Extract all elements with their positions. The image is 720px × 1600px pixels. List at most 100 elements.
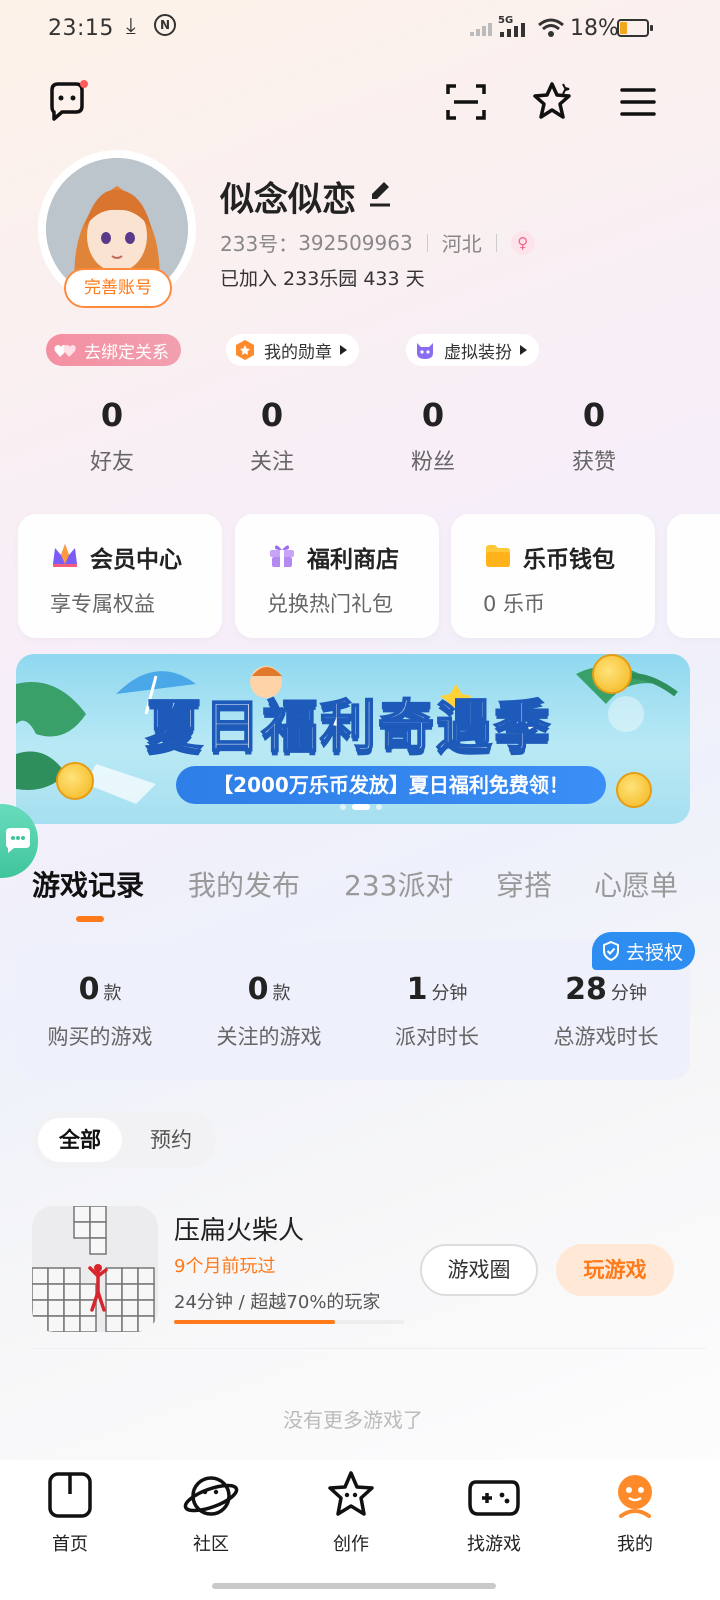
- chat-bubble-icon: [6, 828, 30, 853]
- bind-relationship-chip[interactable]: 去绑定关系: [46, 334, 181, 366]
- stat-value: 0: [421, 396, 445, 434]
- stat-total-play-time[interactable]: 28 分钟 总游戏时长: [522, 972, 690, 1051]
- caret-right-icon: [340, 345, 347, 355]
- menu-icon[interactable]: [616, 80, 660, 124]
- tab-wishlist[interactable]: 心愿单: [594, 864, 678, 904]
- nav-community[interactable]: 社区: [161, 1470, 261, 1556]
- battery-percent: 18%: [570, 16, 619, 41]
- stat-value: 0: [100, 396, 124, 434]
- card-title: 会员中心: [90, 547, 182, 573]
- banner-subline: 【2000万乐币发放】夏日福利免费领！: [176, 766, 606, 804]
- crown-icon: [53, 544, 77, 567]
- status-time: 23:15: [48, 16, 114, 41]
- stat-value: 0: [78, 972, 100, 1007]
- stat-label: 派对时长: [395, 1025, 479, 1049]
- divider: [426, 233, 428, 252]
- stat-purchased-games[interactable]: 0款 购买的游戏: [16, 972, 184, 1051]
- divider: [32, 1348, 706, 1349]
- joined-days: 已加入 233乐园 433 天: [220, 268, 425, 290]
- stat-value: 0: [247, 972, 269, 1007]
- coin-icon: [616, 772, 652, 808]
- caret-right-icon: [520, 345, 527, 355]
- game-filter-segment: 全部 预约: [32, 1112, 216, 1168]
- tab-233-party[interactable]: 233派对: [344, 864, 453, 904]
- banner-pager: [340, 804, 382, 810]
- stat-label: 获赞: [571, 450, 616, 475]
- next-card-partial[interactable]: [667, 514, 720, 638]
- game-icon[interactable]: [32, 1206, 158, 1332]
- stat-value: 0: [260, 396, 284, 434]
- card-title: 乐币钱包: [523, 547, 615, 573]
- planet-icon: [183, 1476, 239, 1516]
- active-tab-indicator: [76, 916, 104, 922]
- promo-banner[interactable]: 夏日福利奇遇季 【2000万乐币发放】夏日福利免费领！: [16, 654, 690, 824]
- svg-text:5G: 5G: [498, 15, 513, 26]
- game-play-info: 24分钟 / 超越70%的玩家: [174, 1292, 381, 1313]
- nav-create[interactable]: 创作: [301, 1470, 401, 1556]
- nickname: 似念似恋: [220, 180, 356, 220]
- nav-home[interactable]: 首页: [20, 1470, 120, 1556]
- stat-fans[interactable]: 0 粉丝: [353, 396, 513, 476]
- welfare-shop-card[interactable]: 福利商店 兑换热门礼包: [235, 514, 439, 638]
- card-subtitle: 0 乐币: [483, 592, 546, 616]
- stat-value: 1: [406, 972, 428, 1007]
- filter-all[interactable]: 全部: [38, 1118, 122, 1162]
- stat-value: 28: [565, 972, 607, 1007]
- stat-followed-games[interactable]: 0款 关注的游戏: [185, 972, 353, 1051]
- download-icon: ⤓: [126, 14, 136, 39]
- battery-icon: [617, 19, 653, 37]
- nav-label: 创作: [333, 1534, 369, 1555]
- nfc-icon: N: [154, 14, 176, 36]
- stat-label: 关注的游戏: [216, 1025, 322, 1049]
- user-id-value: 392509963: [298, 230, 413, 255]
- stat-following[interactable]: 0 关注: [192, 396, 352, 476]
- stat-party-duration[interactable]: 1 分钟 派对时长: [353, 972, 521, 1051]
- card-subtitle: 兑换热门礼包: [267, 592, 393, 616]
- gamepad-icon: [468, 1480, 520, 1516]
- stat-label: 关注: [249, 450, 294, 475]
- game-last-played: 9个月前玩过: [174, 1256, 276, 1277]
- game-circle-button[interactable]: 游戏圈: [420, 1244, 538, 1296]
- chip-label: 去绑定关系: [84, 342, 169, 363]
- stat-likes[interactable]: 0 获赞: [514, 396, 674, 476]
- coin-wallet-card[interactable]: 乐币钱包 0 乐币: [451, 514, 655, 638]
- my-medals-chip[interactable]: 我的勋章: [226, 334, 359, 366]
- game-thumbnail: [32, 1206, 158, 1332]
- nav-label: 首页: [52, 1534, 88, 1555]
- vip-center-card[interactable]: 会员中心 享专属权益: [18, 514, 222, 638]
- tab-outfits[interactable]: 穿搭: [496, 864, 552, 904]
- divider: [495, 233, 497, 252]
- stat-label: 购买的游戏: [47, 1025, 153, 1049]
- authorize-button[interactable]: 去授权: [592, 932, 696, 970]
- tab-game-records[interactable]: 游戏记录: [32, 864, 144, 904]
- stat-value: 0: [582, 396, 606, 434]
- virtual-dressup-chip[interactable]: 虚拟装扮: [406, 334, 539, 366]
- signal-5g-icon: 5G: [498, 15, 525, 37]
- stat-unit: 款: [272, 983, 291, 1004]
- play-game-button[interactable]: 玩游戏: [556, 1244, 674, 1296]
- edit-name-icon[interactable]: [368, 180, 392, 208]
- home-indicator: [212, 1583, 496, 1589]
- dress-up-star-icon[interactable]: [530, 80, 574, 124]
- stat-label: 粉丝: [410, 450, 455, 475]
- star-face-icon: [328, 1471, 374, 1516]
- medal-icon: [236, 340, 254, 360]
- region: 河北: [441, 232, 482, 256]
- scan-icon[interactable]: [444, 80, 488, 124]
- chip-label: 我的勋章: [264, 342, 332, 363]
- complete-account-button[interactable]: 完善账号: [64, 268, 172, 308]
- stat-label: 总游戏时长: [553, 1025, 659, 1049]
- nav-label: 社区: [193, 1534, 229, 1555]
- female-gender-icon: ♀: [510, 230, 535, 255]
- hearts-icon: [54, 345, 76, 357]
- tab-my-posts[interactable]: 我的发布: [188, 864, 300, 904]
- stat-friends[interactable]: 0 好友: [32, 396, 192, 476]
- signal-sim1-icon: [470, 23, 492, 36]
- nav-mine[interactable]: 我的: [585, 1470, 685, 1556]
- wallet-folder-icon: [486, 545, 510, 567]
- nav-find-games[interactable]: 找游戏: [444, 1470, 544, 1556]
- card-subtitle: 享专属权益: [50, 592, 155, 616]
- authorize-label: 去授权: [626, 941, 684, 964]
- nav-label: 找游戏: [467, 1534, 521, 1555]
- filter-reserved[interactable]: 预约: [136, 1118, 206, 1162]
